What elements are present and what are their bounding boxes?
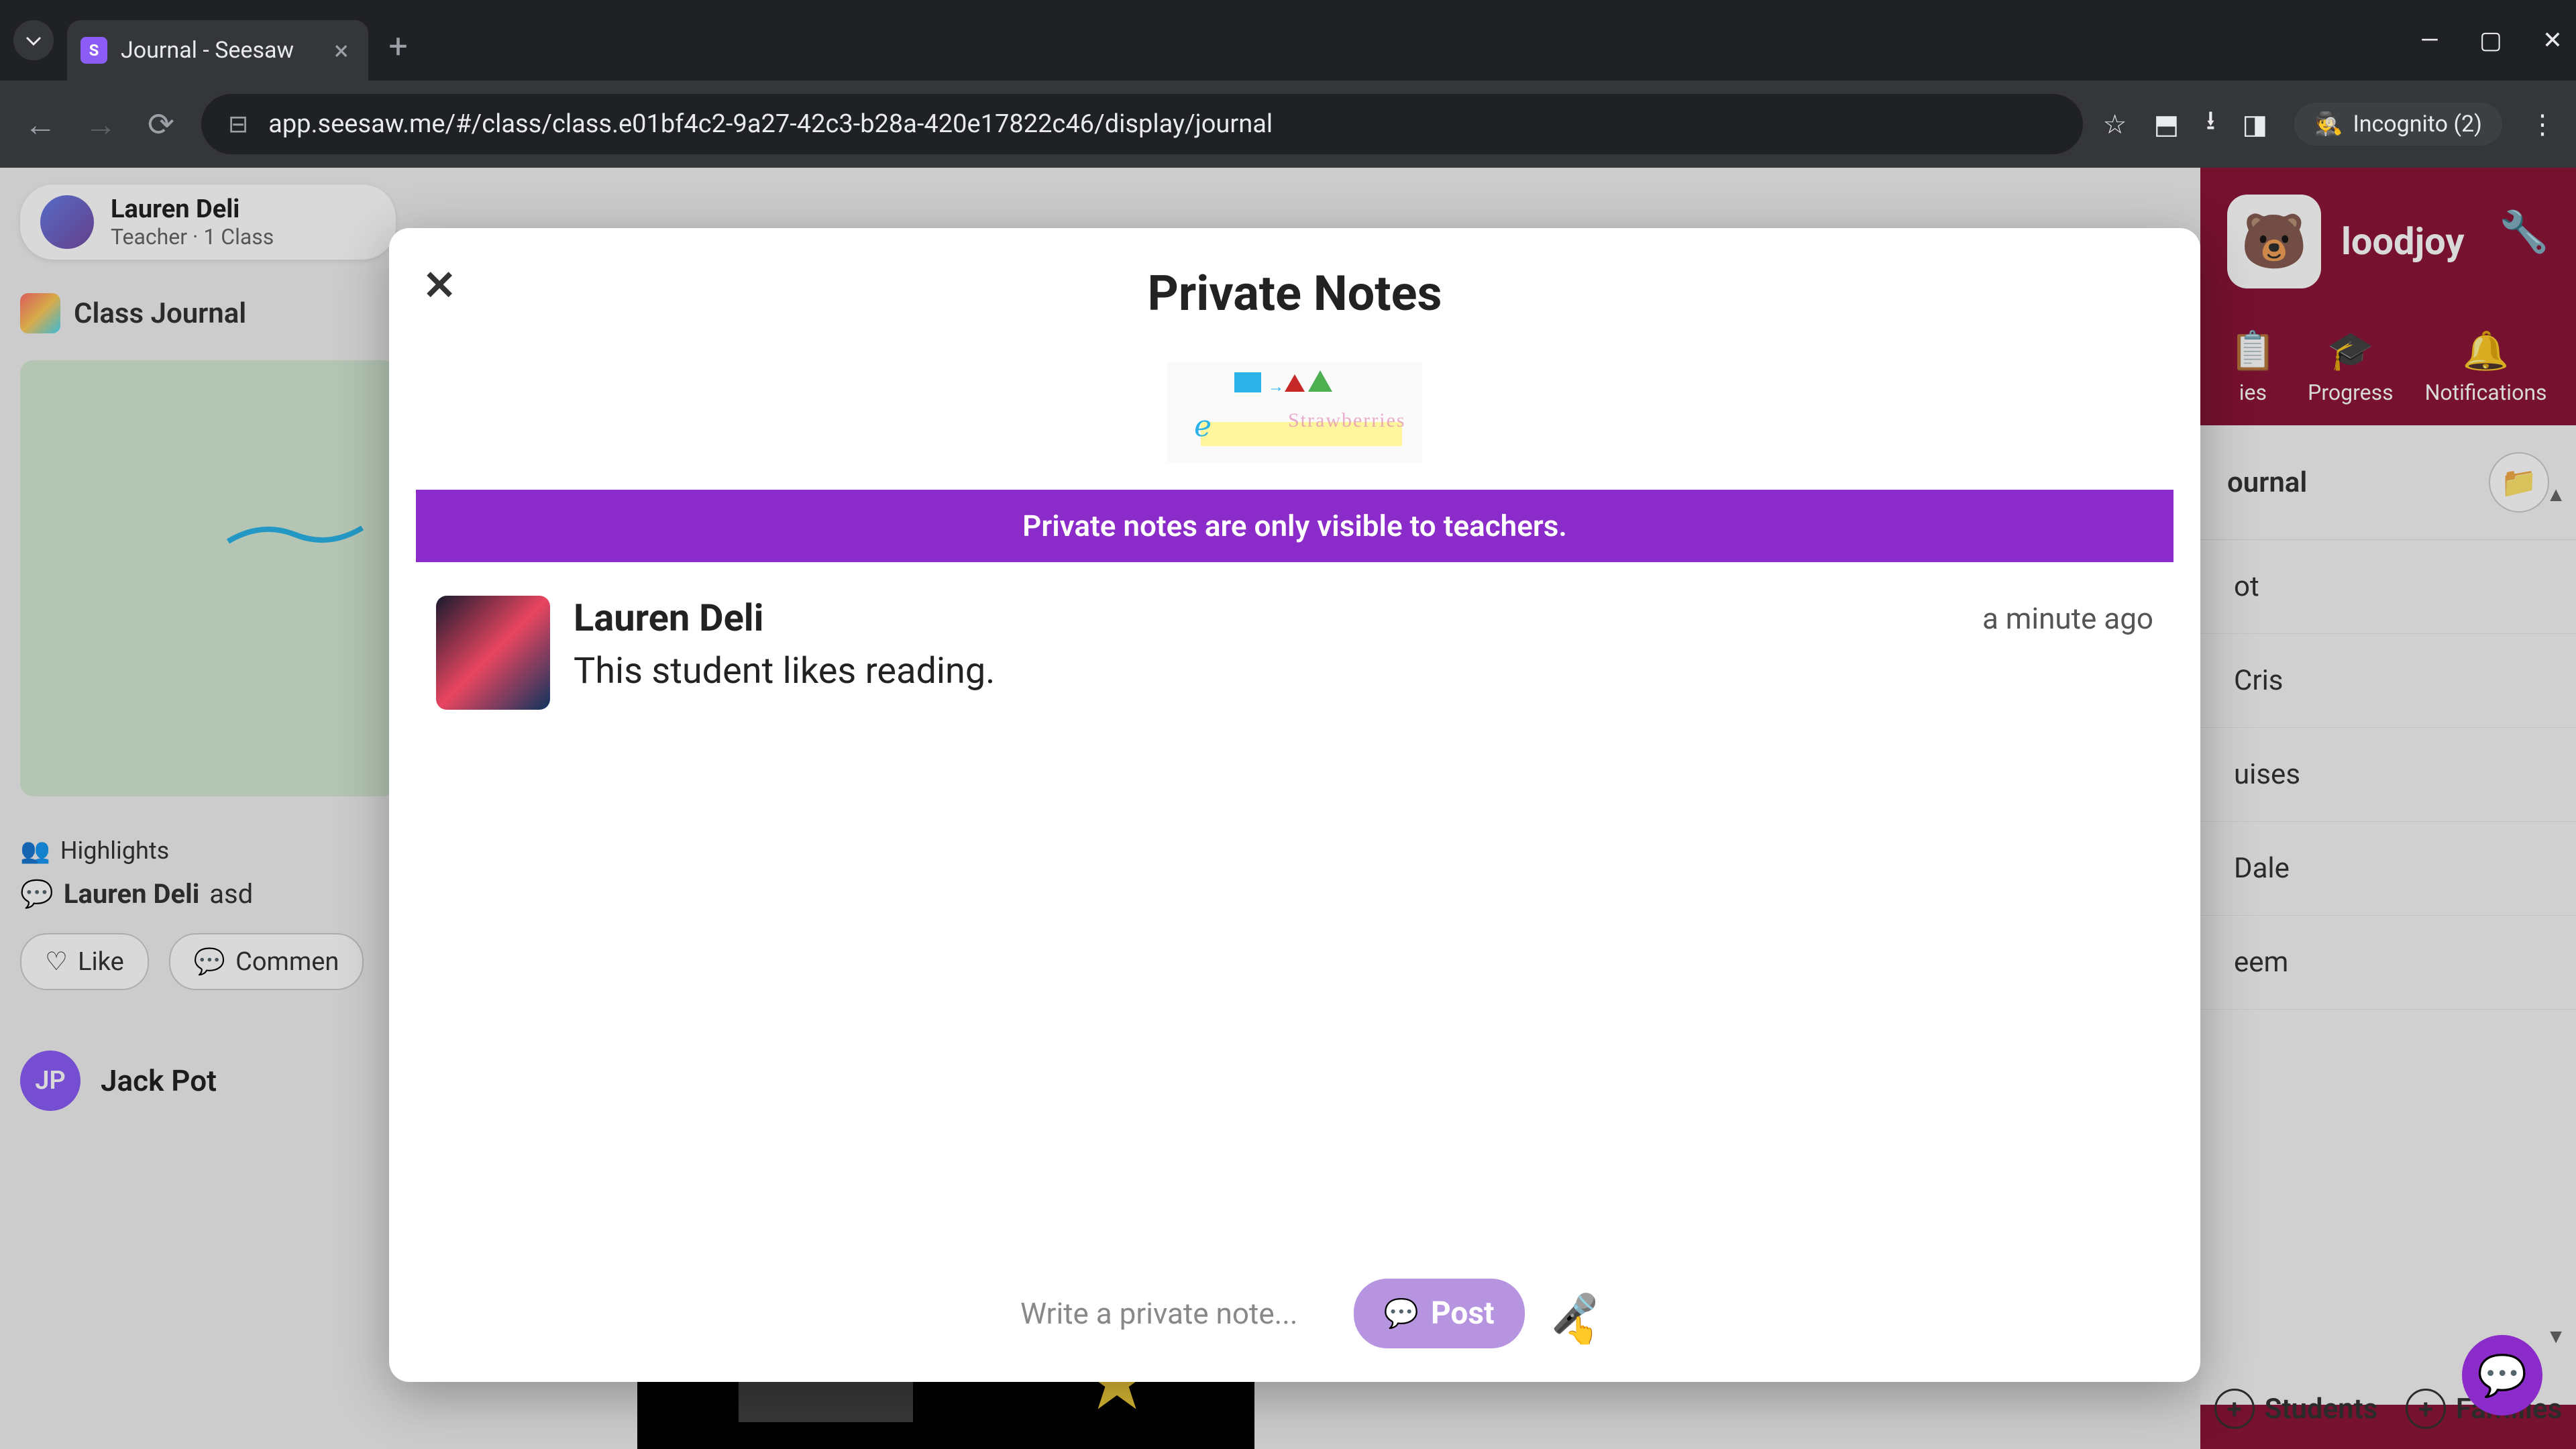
microphone-button[interactable]: 🎤 👆 (1552, 1291, 1599, 1336)
incognito-badge[interactable]: 🕵 Incognito (2) (2294, 103, 2502, 146)
private-notes-modal: ✕ Private Notes → ℯ Private notes are on… (389, 228, 2200, 1382)
new-tab-button[interactable]: + (388, 28, 407, 66)
tab-close-button[interactable]: × (334, 35, 348, 66)
browser-toolbar: ← → ⟳ ⊟ app.seesaw.me/#/class/class.e01b… (0, 80, 2576, 168)
browser-menu-button[interactable]: ⋮ (2529, 109, 2556, 140)
url-text: app.seesaw.me/#/class/class.e01bf4c2-9a2… (268, 109, 1273, 139)
tab-title: Journal - Seesaw (121, 37, 294, 64)
app-viewport: Lauren Deli Teacher · 1 Class Class Jour… (0, 168, 2576, 1449)
reload-button[interactable]: ⟳ (141, 105, 181, 144)
cursor-icon: 👆 (1565, 1315, 1599, 1346)
side-panel-icon[interactable]: ◨ (2242, 109, 2267, 140)
note-author-name: Lauren Deli (574, 596, 1959, 640)
minimize-button[interactable]: — (2420, 26, 2439, 54)
modal-footer: Write a private note... 💬 Post 🎤 👆 (389, 1252, 2200, 1382)
forward-button[interactable]: → (80, 105, 121, 144)
post-button-label: Post (1431, 1295, 1495, 1332)
back-button[interactable]: ← (20, 105, 60, 144)
note-text: This student likes reading. (574, 650, 1959, 692)
close-window-button[interactable]: ✕ (2542, 26, 2563, 54)
browser-tab-strip: S Journal - Seesaw × + — ▢ ✕ (0, 0, 2576, 80)
incognito-icon: 🕵 (2314, 111, 2343, 138)
note-timestamp: a minute ago (1982, 601, 2153, 636)
bookmark-icon[interactable]: ☆ (2103, 109, 2127, 140)
window-controls: — ▢ ✕ (2420, 26, 2563, 54)
address-bar[interactable]: ⊟ app.seesaw.me/#/class/class.e01bf4c2-9… (201, 94, 2083, 154)
post-thumbnail-preview[interactable]: → ℯ (1167, 362, 1422, 463)
downloads-icon[interactable]: ⭳ (2206, 101, 2215, 147)
note-author-avatar (436, 596, 550, 710)
note-input[interactable]: Write a private note... (991, 1283, 1327, 1344)
modal-title: Private Notes (389, 265, 2200, 322)
close-modal-button[interactable]: ✕ (423, 262, 456, 309)
extensions-icon[interactable]: ⬒ (2154, 109, 2180, 140)
post-button[interactable]: 💬 Post (1354, 1279, 1525, 1348)
site-info-icon[interactable]: ⊟ (228, 110, 248, 138)
note-entry: Lauren Deli This student likes reading. … (389, 562, 2200, 743)
incognito-label: Incognito (2) (2353, 111, 2482, 138)
maximize-button[interactable]: ▢ (2479, 26, 2502, 54)
chat-fab-button[interactable]: 💬 (2462, 1335, 2542, 1415)
visibility-banner: Private notes are only visible to teache… (416, 490, 2174, 562)
browser-tab[interactable]: S Journal - Seesaw × (67, 20, 368, 80)
tab-favicon-icon: S (80, 37, 107, 64)
tab-search-button[interactable] (13, 20, 54, 60)
chat-bubble-icon: 💬 (1384, 1297, 1419, 1330)
